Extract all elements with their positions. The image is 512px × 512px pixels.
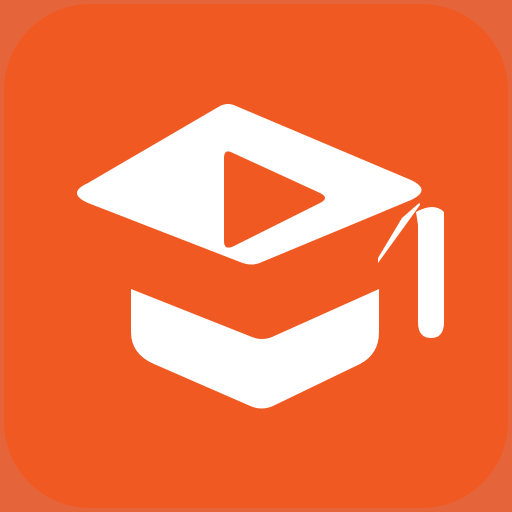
app-icon-canvas [0, 0, 512, 512]
app-icon-tile[interactable] [0, 0, 512, 512]
tassel-cord [416, 207, 444, 338]
